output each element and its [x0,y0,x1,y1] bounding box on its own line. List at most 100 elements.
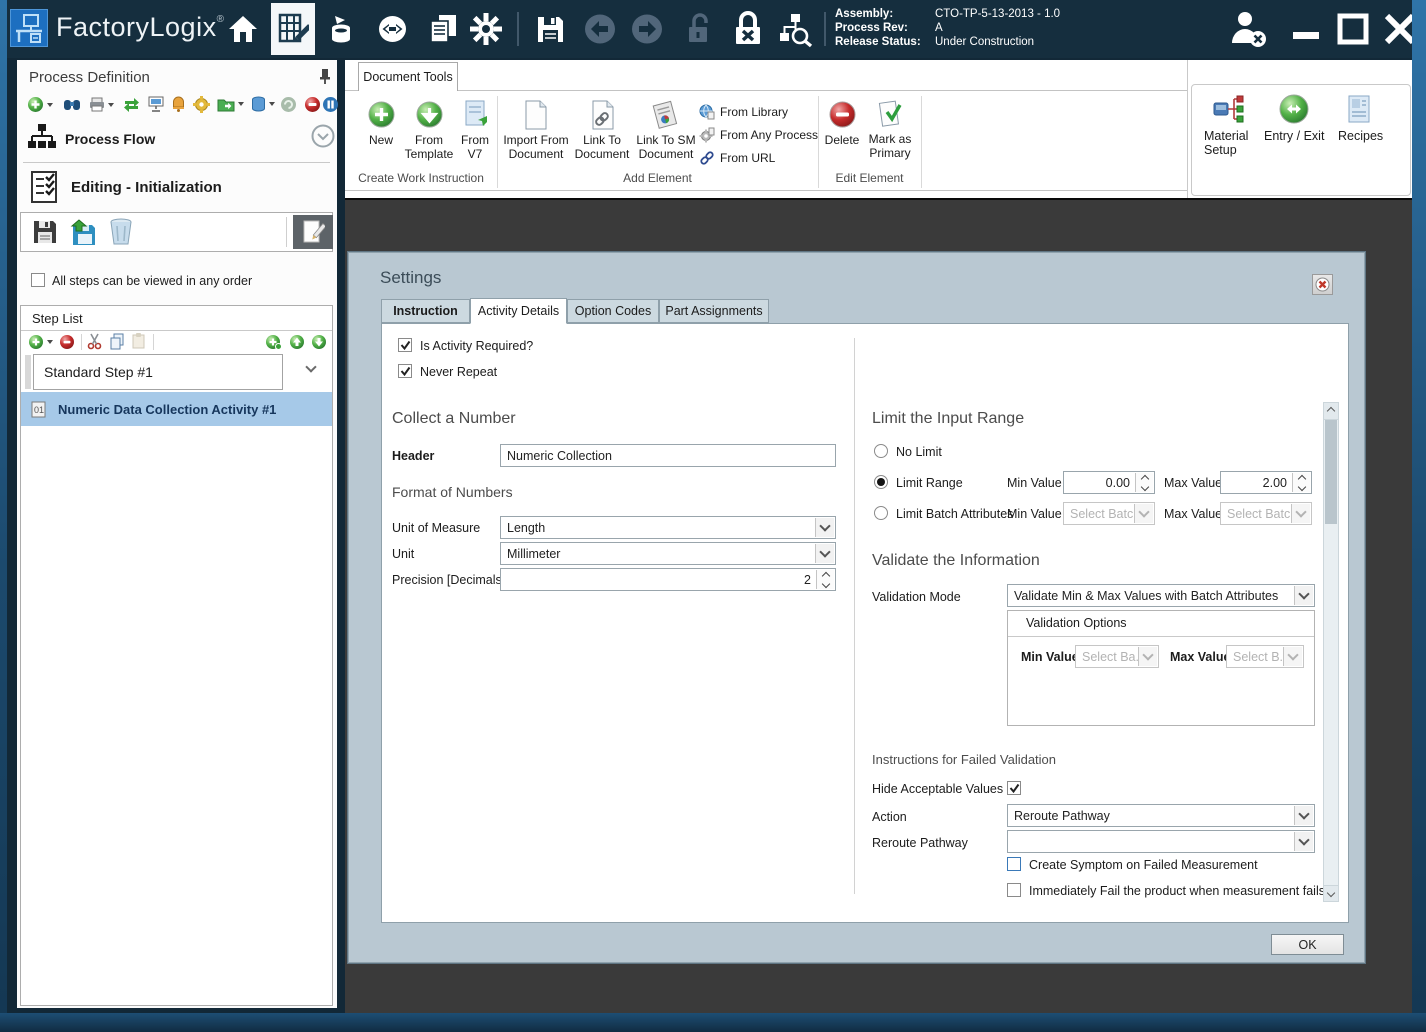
unit-of-measure-select[interactable]: Length [500,516,836,539]
move-up-button[interactable] [289,334,305,350]
from-library-button[interactable]: From Library [699,104,788,120]
config-button[interactable] [193,96,210,113]
action-select[interactable]: Reroute Pathway [1007,804,1315,827]
logout-user-button[interactable] [1228,8,1270,50]
remove-step-button[interactable] [59,334,75,350]
add-process-button[interactable] [27,96,53,113]
tab-part-assignments[interactable]: Part Assignments [659,299,769,323]
scroll-down-button[interactable] [1324,885,1338,901]
limit-range-radio[interactable] [874,475,888,489]
unit-select[interactable]: Millimeter [500,542,836,565]
save-button[interactable] [533,13,567,45]
redo-button[interactable] [630,13,664,45]
activity-row-selected[interactable]: 01 Numeric Data Collection Activity #1 [21,392,332,426]
max-value-spinner[interactable] [1292,473,1310,492]
move-down-button[interactable] [311,334,327,350]
step-name-box[interactable]: Standard Step #1 [33,354,283,390]
minimize-button[interactable] [1288,12,1324,46]
import-from-document-button[interactable]: Import From Document [503,100,569,161]
validation-mode-value: Validate Min & Max Values with Batch Att… [1014,588,1279,603]
dialog-close-button[interactable] [1312,274,1333,295]
import-step-button[interactable] [65,216,101,248]
alert-button[interactable] [171,96,186,112]
from-url-button[interactable]: From URL [699,150,775,166]
unit-of-measure-chevron[interactable] [815,518,834,537]
action-chevron[interactable] [1294,806,1313,825]
sync-button[interactable] [123,97,140,112]
tab-option-codes[interactable]: Option Codes [567,299,659,323]
step-grip[interactable] [25,355,31,389]
process-search-button[interactable] [776,11,816,49]
new-instruction-button[interactable]: New [361,100,401,147]
copy-step-button[interactable] [109,333,125,350]
documents-button[interactable] [425,13,461,45]
tab-instruction[interactable]: Instruction [381,299,470,323]
min-value-input[interactable]: 0.00 [1063,471,1155,494]
any-order-checkbox[interactable] [31,273,45,287]
no-limit-radio[interactable] [874,444,888,458]
link-to-document-button[interactable]: Link To Document [573,100,631,161]
maximize-button[interactable] [1334,10,1372,48]
add-activity-button[interactable] [265,334,282,350]
material-setup-button[interactable] [1212,93,1246,132]
immediately-fail-checkbox[interactable] [1007,883,1021,897]
home-button[interactable] [226,13,260,45]
lock-revision-button[interactable] [730,10,766,48]
precision-spinner[interactable] [816,570,834,589]
min-value-spinner[interactable] [1135,473,1153,492]
remove-circle-button[interactable] [304,96,321,113]
tab-document-tools[interactable]: Document Tools [358,62,458,91]
precision-input[interactable]: 2 [500,568,836,591]
max-value-input[interactable]: 2.00 [1220,471,1312,494]
tab-activity-details[interactable]: Activity Details [470,298,567,324]
recipes-button[interactable] [1346,93,1374,130]
transfer-button[interactable] [375,13,409,45]
print-button[interactable] [89,97,114,112]
unit-chevron[interactable] [815,544,834,563]
add-step-button[interactable] [28,334,53,350]
delete-element-button[interactable]: Delete [823,100,861,147]
link-to-sm-document-button[interactable]: Link To SM Document [635,100,697,161]
unlock-button[interactable] [684,12,714,46]
collapse-process-flow-button[interactable] [311,124,335,153]
delete-data-button[interactable] [251,96,275,112]
scroll-up-button[interactable] [1324,403,1338,420]
export-button[interactable] [217,96,244,112]
never-repeat-checkbox[interactable] [398,364,412,378]
work-instructions-button-selected[interactable] [271,3,315,55]
reroute-chevron[interactable] [1294,832,1313,851]
from-template-button[interactable]: From Template [403,100,455,161]
create-symptom-checkbox[interactable] [1007,857,1021,871]
limit-batch-radio[interactable] [874,506,888,520]
from-v7-button[interactable]: From V7 [455,100,495,161]
form-scrollbar[interactable] [1323,402,1339,902]
pause-circle-button[interactable] [322,96,339,113]
gear-icon [470,13,502,45]
ok-button[interactable]: OK [1271,934,1344,955]
is-activity-required-checkbox[interactable] [398,338,412,352]
delete-step-button[interactable] [103,216,139,248]
validation-mode-chevron[interactable] [1294,586,1313,605]
pin-icon[interactable] [317,67,333,90]
step-toolbar-sep-2 [153,334,154,350]
settings-button[interactable] [468,11,504,47]
scrollbar-thumb[interactable] [1325,420,1337,524]
cut-step-button[interactable] [87,333,103,350]
reroute-pathway-select[interactable] [1007,830,1315,853]
save-step-button[interactable] [27,216,63,248]
edit-instruction-button-active[interactable] [293,215,333,249]
process-flow-label[interactable]: Process Flow [65,131,155,147]
present-button[interactable] [148,96,164,112]
find-button[interactable] [63,97,81,112]
header-input[interactable]: Numeric Collection [500,444,836,467]
from-any-process-button[interactable]: From Any Process [699,127,818,143]
step-expander[interactable] [305,361,317,373]
entry-exit-button[interactable] [1278,93,1310,130]
mark-as-primary-button[interactable]: Mark as Primary [863,100,917,160]
hide-acceptable-checkbox[interactable] [1007,781,1021,795]
paste-step-button[interactable] [131,333,146,350]
refresh-circle-button[interactable] [280,96,297,113]
validation-mode-select[interactable]: Validate Min & Max Values with Batch Att… [1007,584,1315,607]
feeder-setup-button[interactable] [324,13,358,45]
undo-button[interactable] [583,13,617,45]
